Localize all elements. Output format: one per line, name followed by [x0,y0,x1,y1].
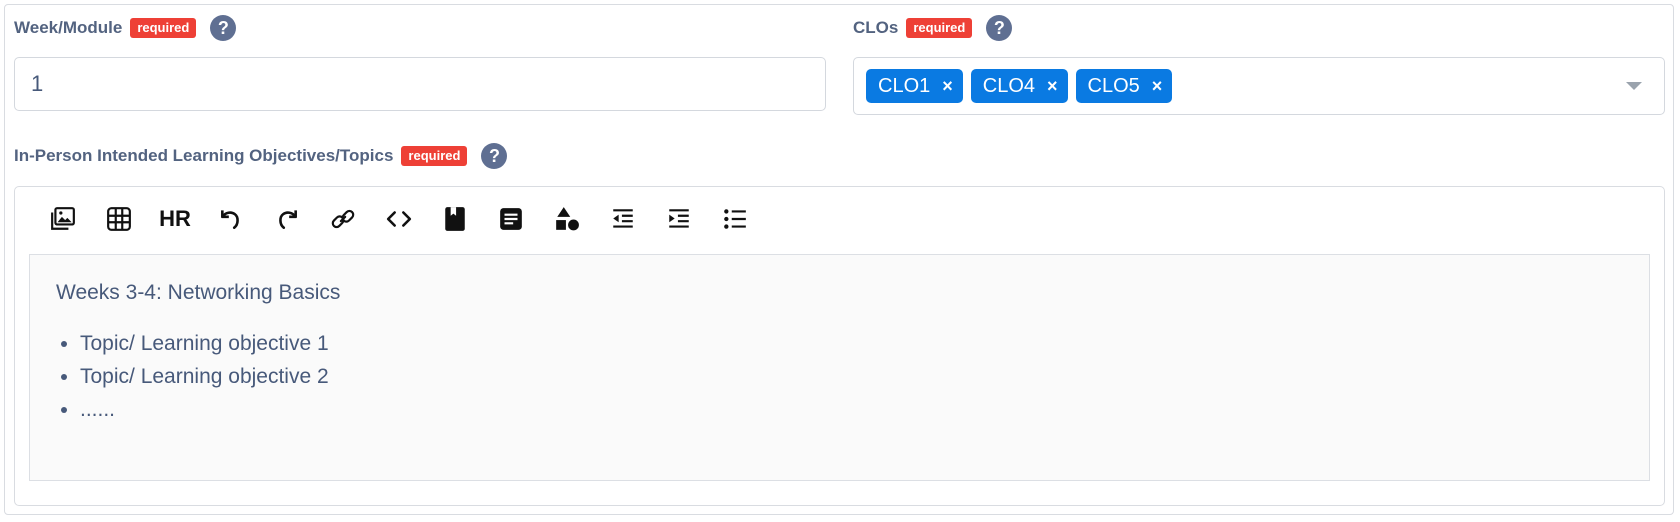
remove-tag-icon[interactable]: × [1152,76,1163,97]
remove-tag-icon[interactable]: × [942,76,953,97]
document-icon[interactable] [483,201,539,237]
objectives-label-row: In-Person Intended Learning Objectives/T… [14,143,508,169]
week-module-label-row: Week/Module required ? [14,15,237,41]
bullet-list-icon[interactable] [707,201,763,237]
content-heading: Weeks 3-4: Networking Basics [56,281,341,304]
clo-tag: CLO4 × [970,69,1068,103]
table-icon[interactable] [91,201,147,237]
required-badge: required [906,18,973,38]
dropdown-caret-icon[interactable] [1626,82,1642,90]
content-bullet-list: Topic/ Learning objective 1 Topic/ Learn… [56,327,1623,426]
week-module-input[interactable] [14,57,826,111]
rich-text-editor: HR Weeks 3-4: Networking Basics • Topic/… [14,186,1665,506]
shapes-icon[interactable] [539,201,595,237]
help-icon[interactable]: ? [210,15,237,41]
bookmark-icon[interactable] [427,201,483,237]
outdent-icon[interactable] [595,201,651,237]
editor-content-area[interactable]: Weeks 3-4: Networking Basics Topic/ Lear… [29,254,1650,481]
required-badge: required [130,18,197,38]
image-icon[interactable] [35,201,91,237]
clos-label-row: CLOs required ? [853,15,1013,41]
objectives-label: In-Person Intended Learning Objectives/T… [14,146,394,165]
editor-toolbar: HR [35,201,763,237]
clos-label: CLOs [853,18,899,37]
list-item: ...... [80,393,1623,426]
remove-tag-icon[interactable]: × [1047,76,1058,97]
required-badge: required [401,146,468,166]
help-icon[interactable]: ? [986,15,1013,41]
clo-tag-label: CLO5 [1087,74,1140,97]
clo-tag: CLO1 × [866,69,963,103]
clo-tag: CLO5 × [1075,69,1173,103]
clo-tag-label: CLO1 [878,74,931,97]
list-item: Topic/ Learning objective 1 [80,327,1623,360]
hr-button[interactable]: HR [147,201,203,237]
help-icon[interactable]: ? [481,143,508,169]
list-item: Topic/ Learning objective 2 [80,360,1623,393]
link-icon[interactable] [315,201,371,237]
code-icon[interactable] [371,201,427,237]
undo-icon[interactable] [203,201,259,237]
clo-tag-label: CLO4 [982,74,1036,97]
week-module-label: Week/Module [14,18,123,37]
indent-icon[interactable] [651,201,707,237]
redo-icon[interactable] [259,201,315,237]
clos-multiselect[interactable]: CLO1 × CLO4 × CLO5 × [853,57,1665,115]
